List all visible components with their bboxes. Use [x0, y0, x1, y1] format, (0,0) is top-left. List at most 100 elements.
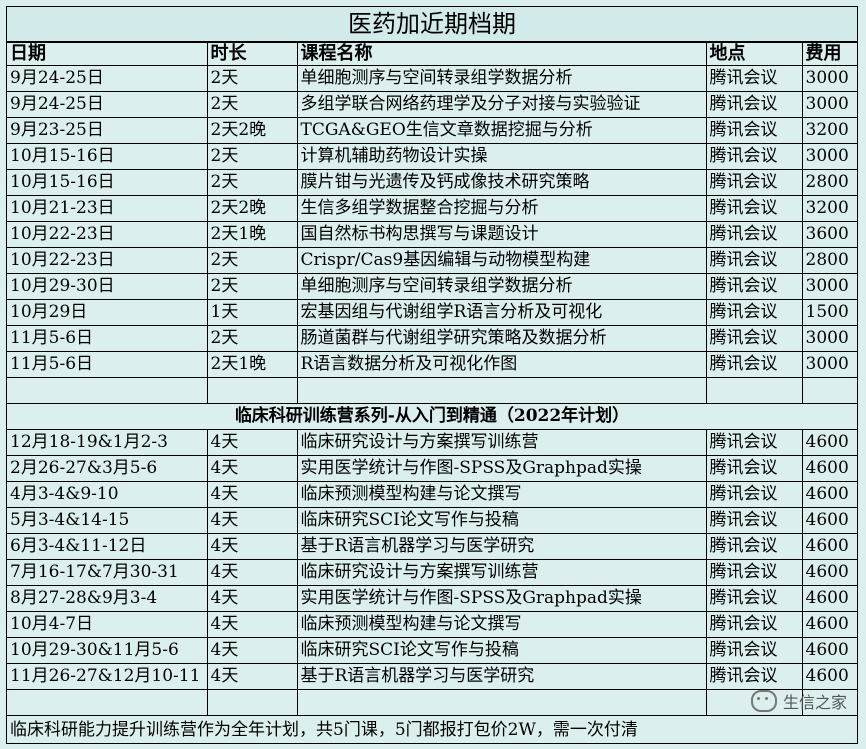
cell-fee: 4600 [801, 637, 857, 664]
header-row: 日期 时长 课程名称 地点 费用 [7, 42, 857, 66]
cell-date: 10月22-23日 [7, 221, 208, 248]
cell-location: 腾讯会议 [705, 637, 803, 664]
table-row: 9月24-25日 2天 单细胞测序与空间转录组学数据分析 腾讯会议 3000 [7, 65, 857, 92]
wechat-icon [750, 690, 777, 712]
cell-duration: 2天 [206, 273, 298, 300]
cell-location: 腾讯会议 [705, 611, 803, 638]
cell-fee: 3000 [801, 65, 857, 92]
cell-fee: 2800 [801, 247, 857, 274]
cell-duration: 4天 [206, 559, 298, 586]
cell-date: 11月5-6日 [7, 351, 208, 378]
cell-fee: 4600 [801, 611, 857, 638]
cell-course: 实用医学统计与作图-SPSS及Graphpad实操 [296, 585, 707, 612]
cell-course: 计算机辅助药物设计实操 [296, 143, 707, 170]
cell-course: 单细胞测序与空间转录组学数据分析 [296, 65, 707, 92]
cell-date: 8月27-28&9月3-4 [7, 585, 208, 612]
header-fee: 费用 [801, 42, 857, 66]
cell-location: 腾讯会议 [705, 221, 803, 248]
cell-course: TCGA&GEO生信文章数据挖掘与分析 [296, 117, 707, 144]
cell-duration: 4天 [206, 533, 298, 560]
cell-course: 基于R语言机器学习与医学研究 [296, 533, 707, 560]
cell-fee: 4600 [801, 663, 857, 690]
cell-location: 腾讯会议 [705, 65, 803, 92]
cell-course: 生信多组学数据整合挖掘与分析 [296, 195, 707, 222]
cell-location: 腾讯会议 [705, 325, 803, 352]
cell-duration: 4天 [206, 663, 298, 690]
cell-fee: 3200 [801, 117, 857, 144]
table-row: 11月5-6日 2天1晚 R语言数据分析及可视化作图 腾讯会议 3000 [7, 351, 857, 378]
cell-location: 腾讯会议 [705, 481, 803, 508]
cell-date: 9月23-25日 [7, 117, 208, 144]
cell-fee: 3200 [801, 195, 857, 222]
cell-location: 腾讯会议 [705, 351, 803, 378]
cell-fee: 4600 [801, 585, 857, 612]
cell-date: 11月5-6日 [7, 325, 208, 352]
table-row: 10月22-23日 2天1晚 国自然标书构思撰写与课题设计 腾讯会议 3600 [7, 221, 857, 248]
cell-fee: 3000 [801, 351, 857, 378]
table-row: 10月21-23日 2天2晚 生信多组学数据整合挖掘与分析 腾讯会议 3200 [7, 195, 857, 222]
watermark-text: 生信之家 [782, 693, 847, 712]
cell-date: 6月3-4&11-12日 [7, 533, 208, 560]
cell-course: 宏基因组与代谢组学R语言分析及可视化 [296, 299, 707, 326]
cell-duration: 2天2晚 [206, 117, 298, 144]
cell-fee: 2800 [801, 169, 857, 196]
cell-location: 腾讯会议 [705, 273, 803, 300]
camps-body: 12月18-19&1月2-3 4天 临床研究设计与方案撰写训练营 腾讯会议 4600 2月… [7, 429, 857, 690]
table-row: 2月26-27&3月5-6 4天 实用医学统计与作图-SPSS及Graphpad实操… [7, 455, 857, 482]
table-row: 10月15-16日 2天 膜片钳与光遗传及钙成像技术研究策略 腾讯会议 2800 [7, 169, 857, 196]
cell-fee: 1500 [801, 299, 857, 326]
cell-location: 腾讯会议 [705, 143, 803, 170]
cell-location: 腾讯会议 [705, 533, 803, 560]
cell-location: 腾讯会议 [705, 195, 803, 222]
table-row: 10月29-30&11月5-6 4天 临床研究SCI论文写作与投稿 腾讯会议 4600 [7, 637, 857, 664]
cell-location: 腾讯会议 [705, 455, 803, 482]
cell-course: 临床研究SCI论文写作与投稿 [296, 507, 707, 534]
cell-course: 单细胞测序与空间转录组学数据分析 [296, 273, 707, 300]
schedule-sheet: 医药加近期档期 日期 时长 课程名称 地点 费用 9月24-25日 2天 单细胞测序… [6, 6, 858, 744]
table-row: 11月5-6日 2天 肠道菌群与代谢组学研究策略及数据分析 腾讯会议 3000 [7, 325, 857, 352]
cell-course: 国自然标书构思撰写与课题设计 [296, 221, 707, 248]
table-row: 11月26-27&12月10-11 4天 基于R语言机器学习与医学研究 腾讯会议 460… [7, 663, 857, 690]
cell-date: 10月4-7日 [7, 611, 208, 638]
cell-date: 2月26-27&3月5-6 [7, 455, 208, 482]
cell-location: 腾讯会议 [705, 169, 803, 196]
table-row: 10月29日 1天 宏基因组与代谢组学R语言分析及可视化 腾讯会议 1500 [7, 299, 857, 326]
cell-fee: 4600 [801, 455, 857, 482]
cell-date: 10月15-16日 [7, 169, 208, 196]
cell-location: 腾讯会议 [705, 299, 803, 326]
cell-location: 腾讯会议 [705, 559, 803, 586]
table-row: 5月3-4&14-15 4天 临床研究SCI论文写作与投稿 腾讯会议 4600 [7, 507, 857, 534]
blank-row [7, 689, 857, 716]
cell-date: 12月18-19&1月2-3 [7, 429, 208, 456]
cell-course: 肠道菌群与代谢组学研究策略及数据分析 [296, 325, 707, 352]
cell-duration: 4天 [206, 481, 298, 508]
cell-course: 实用医学统计与作图-SPSS及Graphpad实操 [296, 455, 707, 482]
cell-date: 10月21-23日 [7, 195, 208, 222]
footer-note: 临床科研能力提升训练营作为全年计划，共5门课，5门都报打包价2W，需一次付清 [7, 715, 857, 743]
table-row: 7月16-17&7月30-31 4天 临床研究设计与方案撰写训练营 腾讯会议 4600 [7, 559, 857, 586]
cell-date: 9月24-25日 [7, 91, 208, 118]
cell-course: 临床研究SCI论文写作与投稿 [296, 637, 707, 664]
table-row: 10月4-7日 4天 临床预测模型构建与论文撰写 腾讯会议 4600 [7, 611, 857, 638]
cell-duration: 2天1晚 [206, 351, 298, 378]
cell-location: 腾讯会议 [705, 507, 803, 534]
cell-date: 4月3-4&9-10 [7, 481, 208, 508]
cell-duration: 2天1晚 [206, 221, 298, 248]
cell-location: 腾讯会议 [705, 117, 803, 144]
cell-duration: 1天 [206, 299, 298, 326]
schedule-table: 日期 时长 课程名称 地点 费用 9月24-25日 2天 单细胞测序与空间转录组学数… [7, 42, 857, 716]
cell-date: 10月29-30日 [7, 273, 208, 300]
cell-fee: 3000 [801, 273, 857, 300]
table-row: 6月3-4&11-12日 4天 基于R语言机器学习与医学研究 腾讯会议 4600 [7, 533, 857, 560]
section-title: 临床科研训练营系列-从入门到精通（2022年计划） [7, 403, 857, 430]
section-row: 临床科研训练营系列-从入门到精通（2022年计划） [7, 403, 857, 430]
cell-course: 临床预测模型构建与论文撰写 [296, 611, 707, 638]
cell-duration: 2天 [206, 91, 298, 118]
cell-course: 膜片钳与光遗传及钙成像技术研究策略 [296, 169, 707, 196]
table-row: 4月3-4&9-10 4天 临床预测模型构建与论文撰写 腾讯会议 4600 [7, 481, 857, 508]
cell-date: 10月22-23日 [7, 247, 208, 274]
cell-fee: 4600 [801, 559, 857, 586]
cell-fee: 4600 [801, 533, 857, 560]
cell-duration: 2天 [206, 247, 298, 274]
cell-location: 腾讯会议 [705, 91, 803, 118]
